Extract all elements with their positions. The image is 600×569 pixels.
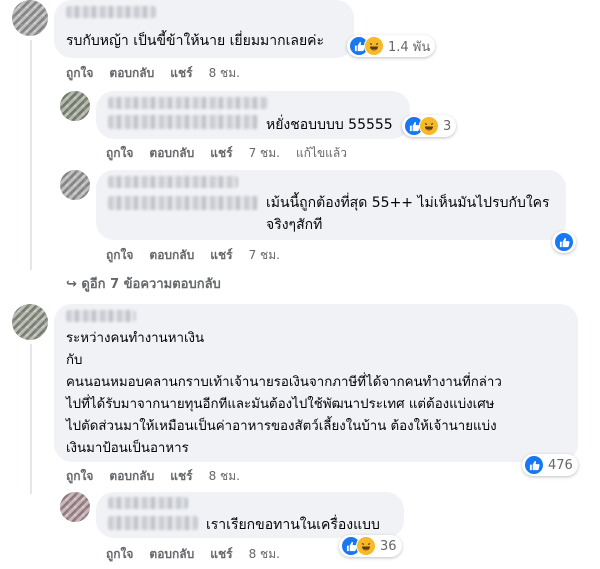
comment-actions: ถูกใจ ตอบกลับ แชร์ 8 ชม. xyxy=(66,467,256,486)
reaction-count: 3 xyxy=(443,118,452,134)
avatar[interactable] xyxy=(60,170,90,200)
like-button[interactable]: ถูกใจ xyxy=(106,146,133,160)
timestamp[interactable]: 7 ชม. xyxy=(249,146,280,160)
blurred-tag xyxy=(108,196,258,210)
avatar[interactable] xyxy=(12,0,48,36)
reply-button[interactable]: ตอบกลับ xyxy=(149,547,194,561)
avatar[interactable] xyxy=(12,304,48,340)
timestamp[interactable]: 8 ชม. xyxy=(209,469,240,483)
like-reaction-icon xyxy=(524,455,544,475)
reply-button[interactable]: ตอบกลับ xyxy=(149,248,194,262)
timestamp[interactable]: 8 ชม. xyxy=(249,547,280,561)
haha-reaction-icon xyxy=(419,116,439,136)
view-more-replies-link[interactable]: ↪ ดูอีก 7 ข้อความตอบกลับ xyxy=(66,273,221,294)
comment-actions: ถูกใจ ตอบกลับ แชร์ 7 ชม. xyxy=(106,246,296,265)
blurred-author-name xyxy=(108,176,238,188)
comment-text: รบกับหญ้า เป็นขี้ข้าให้นาย เยี่ยมมากเลยค… xyxy=(66,33,325,49)
comment-text: หยั่งชอบบบบ 55555 xyxy=(266,117,393,133)
avatar[interactable] xyxy=(60,91,90,121)
reaction-summary[interactable]: 476 xyxy=(522,454,578,476)
blurred-author-name xyxy=(66,6,156,18)
like-button[interactable]: ถูกใจ xyxy=(66,469,93,483)
reaction-count: 1.4 พัน xyxy=(388,39,431,55)
reply-button[interactable]: ตอบกลับ xyxy=(149,146,194,160)
share-button[interactable]: แชร์ xyxy=(170,66,192,80)
comment-actions: ถูกใจ ตอบกลับ แชร์ 7 ชม. แก้ไขแล้ว xyxy=(106,144,363,163)
thread-line xyxy=(30,344,32,494)
reaction-count: 36 xyxy=(380,538,397,554)
blurred-author-name xyxy=(108,497,188,509)
comment-text: ระหว่างคนทำงานหาเงิน กับ คนนอนหมอบคลานกร… xyxy=(66,331,502,456)
comment-text: เราเรียกขอทานในเครื่องแบบ xyxy=(206,517,380,533)
timestamp[interactable]: 7 ชม. xyxy=(249,248,280,262)
comment-actions: ถูกใจ ตอบกลับ แชร์ 8 ชม. xyxy=(106,545,296,564)
share-button[interactable]: แชร์ xyxy=(170,469,192,483)
thread-line xyxy=(30,40,32,270)
blurred-author-name xyxy=(66,310,136,322)
reaction-summary[interactable] xyxy=(552,231,576,253)
reaction-count: 476 xyxy=(548,457,573,473)
edited-label[interactable]: แก้ไขแล้ว xyxy=(296,146,347,160)
like-button[interactable]: ถูกใจ xyxy=(66,66,93,80)
blurred-author-name xyxy=(108,97,268,109)
reply-button[interactable]: ตอบกลับ xyxy=(109,66,154,80)
share-button[interactable]: แชร์ xyxy=(210,547,232,561)
reaction-summary[interactable]: 3 xyxy=(402,115,457,137)
comment-actions: ถูกใจ ตอบกลับ แชร์ 8 ชม. xyxy=(66,64,256,83)
haha-reaction-icon xyxy=(356,536,376,556)
like-button[interactable]: ถูกใจ xyxy=(106,248,133,262)
timestamp[interactable]: 8 ชม. xyxy=(209,66,240,80)
reply-button[interactable]: ตอบกลับ xyxy=(109,469,154,483)
reply-arrow-icon: ↪ xyxy=(66,277,82,292)
like-reaction-icon xyxy=(554,232,574,252)
share-button[interactable]: แชร์ xyxy=(210,146,232,160)
blurred-tag xyxy=(108,115,258,129)
blurred-tag xyxy=(108,516,198,530)
reaction-summary[interactable]: 1.4 พัน xyxy=(347,35,436,57)
like-button[interactable]: ถูกใจ xyxy=(106,547,133,561)
reaction-summary[interactable]: 36 xyxy=(339,535,402,557)
share-button[interactable]: แชร์ xyxy=(210,248,232,262)
haha-reaction-icon xyxy=(364,36,384,56)
comment-text: เม้นนี้ถูกต้องที่สุด 55++ ไม่เห็นมันไปรบ… xyxy=(266,195,550,233)
avatar[interactable] xyxy=(60,492,90,522)
